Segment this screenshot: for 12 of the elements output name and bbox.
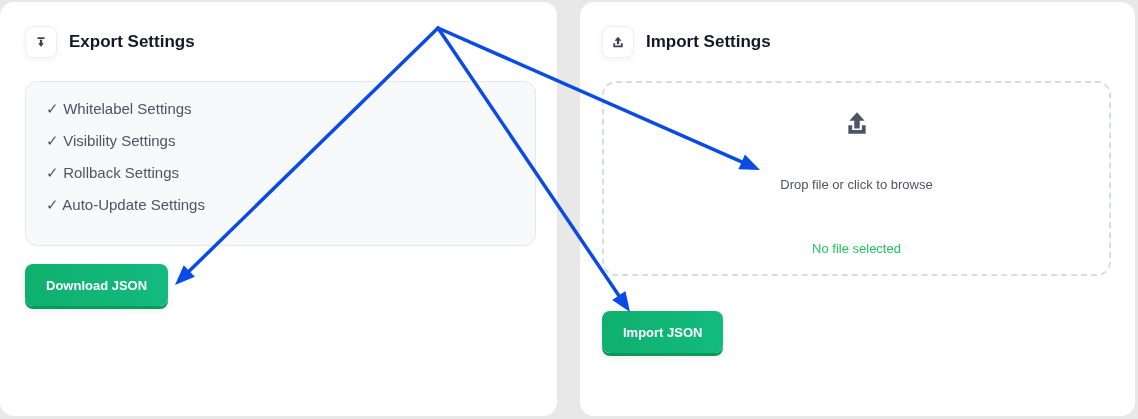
panel-title: Import Settings xyxy=(646,32,771,52)
panel-title: Export Settings xyxy=(69,32,195,52)
checklist-item: ✓ Rollback Settings xyxy=(46,163,181,183)
file-dropzone[interactable]: Drop file or click to browse No file selected xyxy=(602,81,1111,276)
checklist-item: ✓ Visibility Settings xyxy=(46,131,177,151)
file-status: No file selected xyxy=(812,241,901,256)
dropzone-prompt: Drop file or click to browse xyxy=(780,177,933,192)
checklist-item: ✓ Auto-Update Settings xyxy=(46,195,206,215)
upload-icon xyxy=(611,35,625,49)
checklist-item: ✓ Whitelabel Settings xyxy=(46,99,193,119)
import-button[interactable]: Import JSON xyxy=(602,311,724,353)
download-button[interactable]: Download JSON xyxy=(25,264,169,306)
